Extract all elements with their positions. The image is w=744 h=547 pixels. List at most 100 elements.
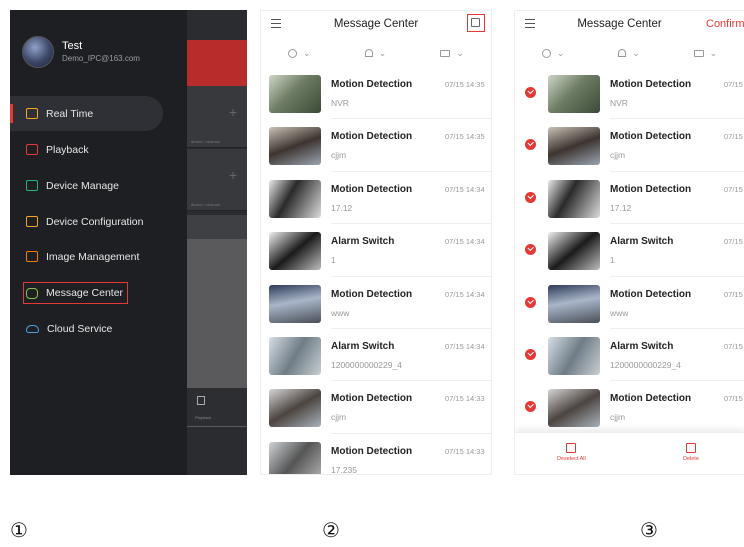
edit-button[interactable] [467,14,485,32]
selected-check-icon[interactable] [525,87,536,98]
message-row[interactable]: Motion Detection cjjm 07/15 14:35 [515,119,744,172]
snapshot-thumbnail [548,179,600,218]
message-icon [26,287,38,299]
nav-item-device-manage[interactable]: Device Manage [10,168,170,203]
channel-cell: + device / channel [187,86,247,148]
snapshot-thumbnail [269,337,321,375]
selected-check-icon[interactable] [525,401,536,413]
selected-check-icon[interactable] [525,349,536,360]
camera-icon [693,49,704,57]
chevron-down-icon: ⌄ [303,47,311,58]
nav-item-real-time[interactable]: Real Time [10,96,163,131]
step-caption-1: ① [10,518,28,542]
selected-check-icon[interactable] [525,139,536,151]
selected-check-icon[interactable] [525,296,536,308]
message-row[interactable]: Alarm Switch 1 07/15 14:34 [261,224,491,277]
device-filter[interactable]: ⌄ [693,47,718,59]
nav-item-cloud-service[interactable]: Cloud Service [10,311,170,346]
message-device: NVR [610,98,628,108]
message-title: Motion Detection [331,131,413,143]
time-filter[interactable]: ⌄ [541,48,564,59]
message-title: Motion Detection [331,79,413,90]
message-device: cjjm [331,412,347,423]
alarm-type-filter[interactable]: ⌄ [364,48,386,59]
message-time: 07/15 14:35 [445,80,485,89]
snapshot-thumbnail [548,127,600,166]
chevron-down-icon: ⌄ [709,47,718,58]
add-icon: + [229,104,238,120]
delete-label: Delete [683,456,699,462]
message-device: NVR [331,98,349,108]
step-caption-3: ③ [640,518,658,542]
message-device: cjjm [331,150,347,161]
clock-icon [541,48,551,58]
film-icon [197,396,205,405]
message-row[interactable]: Motion Detection cjjm 07/15 14:33 [261,381,491,434]
message-row[interactable]: Motion Detection 17.12 07/15 14:34 [261,172,491,225]
message-time: 07/15 14:34 [724,184,744,194]
message-device: 1 [610,255,615,266]
message-title: Alarm Switch [610,341,674,352]
add-icon: + [229,167,238,183]
time-filter[interactable]: ⌄ [288,48,311,59]
snapshot-thumbnail [269,441,321,474]
message-device: 17.235 [331,464,357,475]
message-title: Alarm Switch [331,341,395,352]
clock-icon [288,48,298,58]
message-time: 07/15 14:35 [445,132,485,142]
message-row[interactable]: Motion Detection NVR 07/15 14:35 [261,67,491,120]
snapshot-thumbnail [269,75,321,113]
channel-label: device / channel [191,202,220,207]
message-row[interactable]: Motion Detection 17.12 07/15 14:34 [515,172,744,225]
play-icon [26,108,38,119]
message-row[interactable]: Motion Detection cjjm 07/15 14:33 [515,381,744,434]
message-row[interactable]: Alarm Switch 1200000000229_4 07/15 14:34 [515,329,744,382]
alarm-icon [364,49,373,57]
message-title: Motion Detection [610,183,692,195]
snapshot-thumbnail [269,389,321,428]
message-device: www [610,307,629,318]
snapshot-thumbnail [269,127,321,166]
message-title: Motion Detection [610,393,692,405]
message-row[interactable]: Alarm Switch 1200000000229_4 07/15 14:34 [261,329,491,382]
message-device: 1200000000229_4 [331,360,402,370]
confirm-button[interactable]: Confirm [706,18,744,30]
nav-label: Playback [46,143,89,156]
bottom-action-bar: Deselect All Delete [515,432,744,474]
chevron-down-icon: ⌄ [632,47,640,58]
nav-label: Image Management [46,250,140,263]
alarm-icon [618,49,627,57]
avatar[interactable] [22,36,54,68]
message-row[interactable]: Motion Detection www 07/15 14:34 [515,277,744,329]
selected-check-icon[interactable] [525,244,536,256]
snapshot-thumbnail [548,232,600,271]
background-live-view: + device / channel + device / channel Play… [187,10,247,475]
message-device: 17.12 [610,202,632,213]
snapshot-thumbnail [548,337,600,375]
filter-bar: ⌄ ⌄ ⌄ [515,41,744,65]
message-device: 1200000000229_4 [610,360,681,370]
message-row[interactable]: Alarm Switch 1 07/15 14:34 [515,224,744,277]
device-filter[interactable]: ⌄ [440,48,464,59]
nav-item-image-management[interactable]: Image Management [10,239,170,274]
nav-item-message-center[interactable]: Message Center [23,282,128,304]
image-icon [26,251,38,262]
nav-item-device-configuration[interactable]: Device Configuration [10,204,170,239]
message-title: Motion Detection [331,393,413,405]
message-row[interactable]: Motion Detection www 07/15 14:34 [261,277,491,329]
nav-label: Real Time [46,107,94,120]
background-toolbar [187,215,247,239]
delete-button[interactable]: Delete [683,443,699,462]
message-row[interactable]: Motion Detection NVR 07/15 14:35 [515,67,744,120]
channel-cell: + device / channel [187,149,247,211]
nav-item-playback[interactable]: Playback [10,132,170,167]
chevron-down-icon: ⌄ [456,47,464,58]
message-time: 07/15 14:34 [445,237,485,247]
selected-check-icon[interactable] [525,191,536,203]
alarm-type-filter[interactable]: ⌄ [618,48,640,59]
message-row[interactable]: Motion Detection 17.235 07/15 14:33 [261,434,491,475]
message-row[interactable]: Motion Detection cjjm 07/15 14:35 [261,119,491,172]
side-drawer-screen: + device / channel + device / channel Play… [10,10,247,475]
nav-label: Device Configuration [46,215,144,228]
deselect-all-button[interactable]: Deselect All [557,443,586,462]
